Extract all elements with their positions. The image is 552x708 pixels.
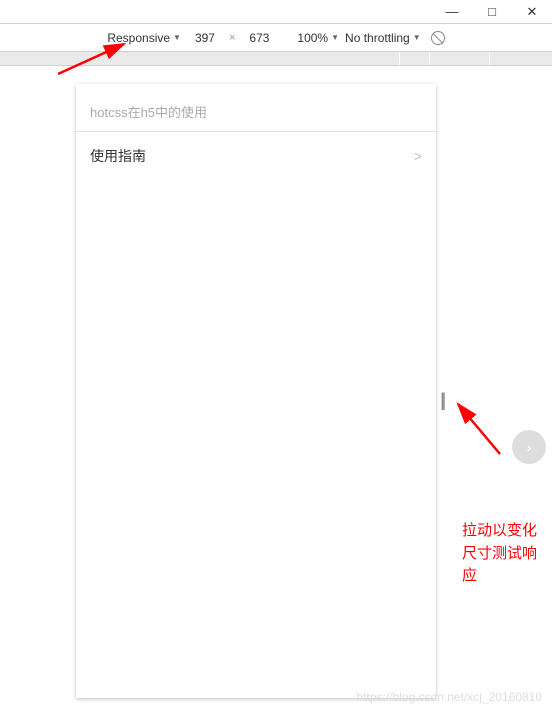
maximize-button[interactable]: □ (472, 0, 512, 24)
chevron-right-icon: > (414, 148, 422, 164)
chevron-right-icon: › (527, 439, 532, 455)
watermark-text: https://blog.csdn.net/xcj_20160810 (357, 690, 542, 704)
zoom-dropdown[interactable]: 100% ▼ (297, 31, 339, 45)
menu-item-guide[interactable]: 使用指南 > (76, 132, 436, 180)
dropdown-triangle-icon: ▼ (173, 33, 181, 42)
viewport-area: hotcss在h5中的使用 使用指南 > || › 拉动以变化尺寸测试响应 ht… (0, 70, 552, 708)
page-header-text: hotcss在h5中的使用 (90, 105, 207, 120)
zoom-label: 100% (297, 31, 328, 45)
menu-item-label: 使用指南 (90, 146, 146, 166)
viewport-height-input[interactable] (241, 31, 277, 45)
annotation-text: 拉动以变化尺寸测试响应 (462, 520, 548, 588)
no-highlight-icon[interactable] (431, 31, 445, 45)
minimize-button[interactable]: — (432, 0, 472, 24)
page-header: hotcss在h5中的使用 (76, 84, 436, 132)
close-button[interactable]: ✕ (512, 0, 552, 24)
device-mode-dropdown[interactable]: Responsive ▼ (107, 31, 181, 45)
dropdown-triangle-icon: ▼ (331, 33, 339, 42)
window-titlebar: — □ ✕ (0, 0, 552, 24)
dimension-separator: × (229, 32, 235, 44)
throttling-label: No throttling (345, 31, 410, 45)
next-nav-button[interactable]: › (512, 430, 546, 464)
devtools-device-toolbar: Responsive ▼ × 100% ▼ No throttling ▼ (0, 24, 552, 52)
viewport-width-input[interactable] (187, 31, 223, 45)
throttling-dropdown[interactable]: No throttling ▼ (345, 31, 421, 45)
breakpoint-ruler (0, 52, 552, 66)
dropdown-triangle-icon: ▼ (413, 33, 421, 42)
resize-handle[interactable]: || (440, 390, 450, 420)
device-mode-label: Responsive (107, 31, 170, 45)
device-frame: hotcss在h5中的使用 使用指南 > (76, 84, 436, 698)
